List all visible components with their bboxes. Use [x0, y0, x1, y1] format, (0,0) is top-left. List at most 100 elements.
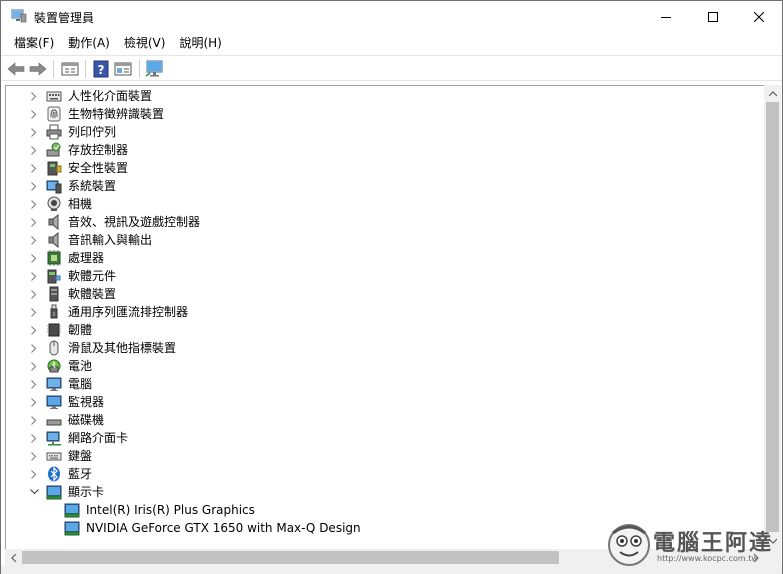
software-component-icon: [47, 269, 61, 284]
back-button[interactable]: [6, 59, 26, 79]
tree-node[interactable]: 軟體裝置: [6, 285, 746, 303]
tree-node-label: 藍牙: [68, 467, 93, 481]
scroll-left-button[interactable]: [5, 549, 22, 566]
tree-node[interactable]: 處理器: [6, 249, 746, 267]
title-bar: 裝置管理員: [1, 1, 782, 32]
bluetooth-icon: [48, 466, 60, 482]
software-component-icon: [46, 268, 62, 284]
horizontal-scroll-thumb[interactable]: [22, 551, 559, 564]
help-button[interactable]: ?: [91, 59, 111, 79]
camera-icon: [47, 196, 61, 211]
tree-node[interactable]: 鍵盤: [6, 447, 746, 465]
tree-node[interactable]: 韌體: [6, 321, 746, 339]
chevron-right-icon[interactable]: [28, 177, 40, 195]
watermark-text: 電腦王阿達: [653, 531, 774, 556]
scroll-up-button[interactable]: [764, 85, 781, 102]
vertical-scrollbar[interactable]: [764, 85, 781, 549]
tree-node[interactable]: 相機: [6, 195, 746, 213]
tree-node-label: 顯示卡: [68, 485, 105, 499]
chevron-right-icon[interactable]: [28, 429, 40, 447]
tree-node[interactable]: 磁碟機: [6, 411, 746, 429]
tree-node[interactable]: 列印佇列: [6, 123, 746, 141]
scan-hardware-button[interactable]: [145, 59, 165, 79]
tree-node-label: 人性化介面裝置: [68, 89, 153, 103]
tree-node[interactable]: 系統裝置: [6, 177, 746, 195]
tree-node[interactable]: 音效、視訊及遊戲控制器: [6, 213, 746, 231]
tree-node-label: 通用序列匯流排控制器: [68, 305, 189, 319]
menu-file[interactable]: 檔案(F): [7, 33, 61, 53]
tree-node[interactable]: 電池: [6, 357, 746, 375]
chevron-right-icon[interactable]: [28, 213, 40, 231]
chevron-right-icon[interactable]: [28, 105, 40, 123]
processor-icon: [47, 250, 61, 266]
chevron-right-icon[interactable]: [28, 141, 40, 159]
vertical-scroll-thumb[interactable]: [766, 102, 779, 532]
tree-node[interactable]: 安全性裝置: [6, 159, 746, 177]
chevron-right-icon[interactable]: [28, 321, 40, 339]
chevron-right-icon[interactable]: [28, 231, 40, 249]
tree-node[interactable]: 軟體元件: [6, 267, 746, 285]
tree-node-label: 生物特徵辨識裝置: [68, 107, 165, 121]
tree-node-label: 滑鼠及其他指標裝置: [68, 341, 177, 355]
tree-node[interactable]: 通用序列匯流排控制器: [6, 303, 746, 321]
device-manager-window: 裝置管理員 檔案(F) 動作(A) 檢視(V) 說明(H) ? 人性化介面裝置 …: [0, 0, 783, 574]
close-button[interactable]: [736, 1, 782, 32]
tree-node-label: 相機: [68, 197, 93, 211]
tree-node[interactable]: 顯示卡: [6, 483, 746, 501]
tree-child-node[interactable]: Intel(R) Iris(R) Plus Graphics: [6, 501, 746, 519]
menu-help[interactable]: 說明(H): [172, 33, 228, 53]
chevron-right-icon[interactable]: [28, 249, 40, 267]
storage-controller-icon: [46, 142, 61, 157]
chevron-right-icon[interactable]: [28, 195, 40, 213]
chevron-right-icon[interactable]: [28, 339, 40, 357]
tree-node[interactable]: 生物特徵辨識裝置: [6, 105, 746, 123]
tree-node[interactable]: 人性化介面裝置: [6, 87, 746, 105]
menu-bar: 檔案(F) 動作(A) 檢視(V) 說明(H): [1, 32, 782, 54]
chevron-right-icon[interactable]: [28, 375, 40, 393]
hid-icon: [46, 88, 62, 104]
chevron-right-icon[interactable]: [28, 159, 40, 177]
tree-node[interactable]: 藍牙: [6, 465, 746, 483]
chevron-right-icon[interactable]: [28, 447, 40, 465]
tree-node-label: 電腦: [68, 377, 93, 391]
tree-node-label: 監視器: [68, 395, 105, 409]
tree-node-label: 網路介面卡: [68, 431, 129, 445]
minimize-button[interactable]: [643, 1, 689, 32]
menu-view[interactable]: 檢視(V): [117, 33, 173, 53]
properties-button[interactable]: [60, 59, 80, 79]
chevron-right-icon[interactable]: [28, 123, 40, 141]
chevron-right-icon[interactable]: [28, 285, 40, 303]
printer-icon: [46, 124, 62, 140]
forward-button[interactable]: [28, 59, 48, 79]
chevron-right-icon[interactable]: [28, 87, 40, 105]
storage-controller-icon: [46, 142, 62, 158]
view-button[interactable]: [113, 59, 133, 79]
battery-icon: [46, 358, 62, 374]
tree-node[interactable]: 滑鼠及其他指標裝置: [6, 339, 746, 357]
chevron-right-icon[interactable]: [28, 411, 40, 429]
device-tree: 人性化介面裝置 生物特徵辨識裝置列印佇列 存放控制器 安全性裝置 系統裝置相機音效、視訊…: [5, 85, 764, 549]
chevron-right-icon[interactable]: [28, 357, 40, 375]
chevron-right-icon[interactable]: [28, 267, 40, 285]
chevron-right-icon[interactable]: [28, 465, 40, 483]
tree-child-label: NVIDIA GeForce GTX 1650 with Max-Q Desig…: [86, 521, 361, 535]
tree-node[interactable]: 音訊輸入與輸出: [6, 231, 746, 249]
network-adapter-icon: [46, 430, 62, 446]
tree-node-label: 電池: [68, 359, 93, 373]
chevron-right-icon[interactable]: [28, 303, 40, 321]
tree-node[interactable]: 網路介面卡: [6, 429, 746, 447]
tree-node[interactable]: 存放控制器: [6, 141, 746, 159]
chevron-right-icon[interactable]: [28, 393, 40, 411]
display-adapter-icon: [64, 520, 80, 536]
battery-icon: [47, 359, 61, 373]
back-arrow-icon: [7, 62, 25, 76]
display-adapter-icon: [46, 485, 62, 500]
chevron-down-icon[interactable]: [28, 483, 40, 501]
disk-drive-icon: [46, 412, 62, 428]
menu-action[interactable]: 動作(A): [61, 33, 117, 53]
maximize-button[interactable]: [690, 1, 736, 32]
maximize-icon: [708, 11, 718, 22]
tree-node[interactable]: 監視器: [6, 393, 746, 411]
tree-node[interactable]: 電腦: [6, 375, 746, 393]
toolbar-separator: [53, 60, 54, 78]
